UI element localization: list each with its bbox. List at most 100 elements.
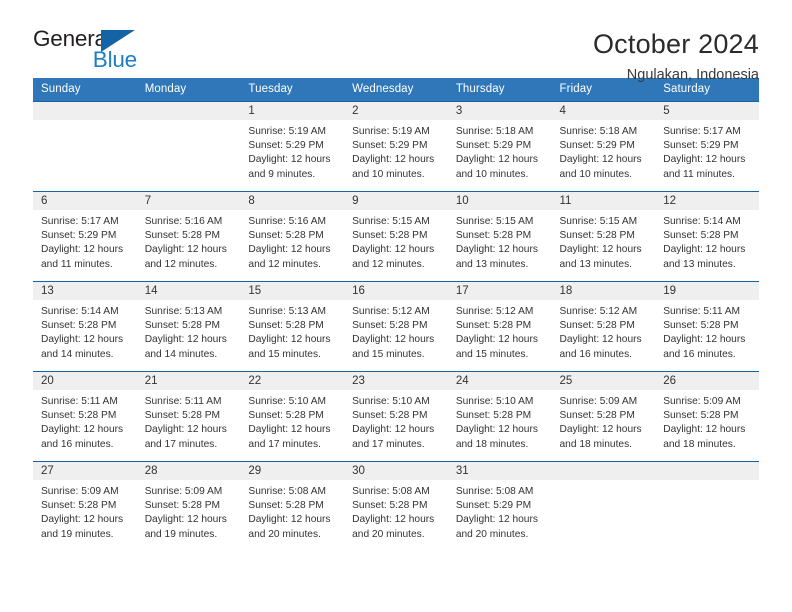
day-number: 12: [655, 192, 759, 210]
calendar-day-cell[interactable]: 3 Sunrise: 5:18 AM Sunset: 5:29 PM Daylight…: [447, 101, 552, 192]
day-details: Sunrise: 5:11 AM Sunset: 5:28 PM Daylight:…: [655, 300, 759, 362]
calendar-day-cell[interactable]: 20 Sunrise: 5:11 AM Sunset: 5:28 PM Dayligh…: [33, 371, 137, 462]
sunset-text: Sunset: 5:28 PM: [352, 230, 428, 242]
day-number: 5: [655, 102, 759, 120]
calendar-day-cell[interactable]: 18 Sunrise: 5:12 AM Sunset: 5:28 PM Dayligh…: [551, 281, 656, 372]
sunset-text: Sunset: 5:28 PM: [352, 500, 428, 512]
sunrise-text: Sunrise: 5:18 AM: [559, 126, 638, 137]
calendar-day-cell[interactable]: 1 Sunrise: 5:19 AM Sunset: 5:29 PM Daylight…: [240, 101, 345, 192]
calendar-day-cell[interactable]: 10 Sunrise: 5:15 AM Sunset: 5:28 PM Dayligh…: [447, 191, 552, 282]
sunrise-text: Sunrise: 5:19 AM: [248, 126, 326, 137]
day-details: Sunrise: 5:14 AM Sunset: 5:28 PM Daylight:…: [655, 210, 759, 272]
sunrise-text: Sunrise: 5:14 AM: [41, 306, 119, 317]
calendar-day-cell[interactable]: 21 Sunrise: 5:11 AM Sunset: 5:28 PM Dayligh…: [136, 371, 241, 462]
calendar-grid: Sunday Monday Tuesday Wednesday Thursday Frid…: [33, 78, 759, 552]
day-details: Sunrise: 5:15 AM Sunset: 5:28 PM Daylight:…: [448, 210, 552, 272]
daylight-text: Daylight: 12 hours and 20 minutes.: [455, 514, 538, 540]
calendar-week-row: 13 Sunrise: 5:14 AM Sunset: 5:28 PM Dayligh…: [33, 281, 759, 372]
day-number: 8: [240, 192, 345, 210]
sunrise-text: Sunrise: 5:09 AM: [41, 486, 119, 497]
sunrise-text: Sunrise: 5:16 AM: [144, 216, 223, 227]
sunset-text: Sunset: 5:28 PM: [248, 500, 324, 512]
calendar-day-cell[interactable]: 14 Sunrise: 5:13 AM Sunset: 5:28 PM Dayligh…: [136, 281, 241, 372]
calendar-week-row: 27 Sunrise: 5:09 AM Sunset: 5:28 PM Dayligh…: [33, 461, 759, 552]
day-number: 27: [33, 462, 137, 480]
calendar-day-cell[interactable]: 16 Sunrise: 5:12 AM Sunset: 5:28 PM Dayligh…: [344, 281, 448, 372]
day-details: Sunrise: 5:18 AM Sunset: 5:29 PM Daylight:…: [552, 120, 656, 182]
calendar-day-cell[interactable]: 9 Sunrise: 5:15 AM Sunset: 5:28 PM Daylight…: [344, 191, 448, 282]
sunrise-text: Sunrise: 5:15 AM: [455, 216, 534, 227]
calendar-day-cell[interactable]: 27 Sunrise: 5:09 AM Sunset: 5:28 PM Dayligh…: [33, 461, 137, 552]
calendar-day-cell[interactable]: 25 Sunrise: 5:09 AM Sunset: 5:28 PM Dayligh…: [551, 371, 656, 462]
sunset-text: Sunset: 5:28 PM: [455, 320, 532, 332]
calendar-day-cell[interactable]: 15 Sunrise: 5:13 AM Sunset: 5:28 PM Dayligh…: [240, 281, 345, 372]
day-details: Sunrise: 5:09 AM Sunset: 5:28 PM Daylight:…: [33, 480, 137, 542]
sunrise-text: Sunrise: 5:11 AM: [144, 396, 222, 407]
day-number: 6: [33, 192, 137, 210]
sunrise-text: Sunrise: 5:08 AM: [352, 486, 430, 497]
day-number: 26: [655, 372, 759, 390]
sunset-text: Sunset: 5:28 PM: [559, 410, 635, 422]
day-number: 19: [655, 282, 759, 300]
day-number: [551, 462, 656, 480]
daylight-text: Daylight: 12 hours and 11 minutes.: [41, 244, 124, 270]
calendar-day-cell[interactable]: 2 Sunrise: 5:19 AM Sunset: 5:29 PM Daylight…: [344, 101, 448, 192]
calendar-week-row: 20 Sunrise: 5:11 AM Sunset: 5:28 PM Dayligh…: [33, 371, 759, 462]
sunrise-text: Sunrise: 5:18 AM: [455, 126, 534, 137]
day-number: 9: [344, 192, 448, 210]
sunset-text: Sunset: 5:28 PM: [663, 410, 739, 422]
day-number: 18: [551, 282, 656, 300]
calendar-day-cell[interactable]: 13 Sunrise: 5:14 AM Sunset: 5:28 PM Dayligh…: [33, 281, 137, 372]
sunset-text: Sunset: 5:29 PM: [559, 140, 635, 152]
day-details: Sunrise: 5:09 AM Sunset: 5:28 PM Daylight:…: [137, 480, 241, 542]
calendar-day-cell[interactable]: 19 Sunrise: 5:11 AM Sunset: 5:28 PM Dayligh…: [655, 281, 759, 372]
weekday-header-sunday: Sunday: [33, 78, 137, 102]
calendar-day-cell[interactable]: 26 Sunrise: 5:09 AM Sunset: 5:28 PM Dayligh…: [655, 371, 759, 462]
calendar-day-cell[interactable]: 17 Sunrise: 5:12 AM Sunset: 5:28 PM Dayligh…: [447, 281, 552, 372]
sunset-text: Sunset: 5:29 PM: [41, 230, 117, 242]
daylight-text: Daylight: 12 hours and 11 minutes.: [663, 154, 746, 180]
day-number: 20: [33, 372, 137, 390]
sunrise-text: Sunrise: 5:13 AM: [144, 306, 223, 317]
calendar-day-cell[interactable]: 28 Sunrise: 5:09 AM Sunset: 5:28 PM Dayligh…: [136, 461, 241, 552]
sunrise-text: Sunrise: 5:11 AM: [663, 306, 741, 317]
day-number: 3: [447, 102, 552, 120]
daylight-text: Daylight: 12 hours and 18 minutes.: [663, 424, 746, 450]
calendar-day-cell[interactable]: 4 Sunrise: 5:18 AM Sunset: 5:29 PM Daylight…: [551, 101, 656, 192]
day-details: Sunrise: 5:13 AM Sunset: 5:28 PM Daylight:…: [240, 300, 344, 362]
day-number: [655, 462, 759, 480]
calendar-day-cell[interactable]: 5 Sunrise: 5:17 AM Sunset: 5:29 PM Daylight…: [655, 101, 759, 192]
sunrise-text: Sunrise: 5:10 AM: [352, 396, 430, 407]
sunrise-text: Sunrise: 5:11 AM: [41, 396, 118, 407]
sunset-text: Sunset: 5:29 PM: [663, 140, 739, 152]
sunset-text: Sunset: 5:28 PM: [144, 410, 221, 422]
calendar-day-cell[interactable]: 11 Sunrise: 5:15 AM Sunset: 5:28 PM Dayligh…: [551, 191, 656, 282]
calendar-day-cell[interactable]: 24 Sunrise: 5:10 AM Sunset: 5:28 PM Dayligh…: [447, 371, 552, 462]
weekday-header-wednesday: Wednesday: [344, 78, 448, 102]
sunset-text: Sunset: 5:28 PM: [248, 410, 324, 422]
day-number: 21: [136, 372, 241, 390]
day-details: Sunrise: 5:12 AM Sunset: 5:28 PM Daylight:…: [344, 300, 448, 362]
daylight-text: Daylight: 12 hours and 10 minutes.: [352, 154, 435, 180]
calendar-day-cell[interactable]: 6 Sunrise: 5:17 AM Sunset: 5:29 PM Daylight…: [33, 191, 137, 282]
sunset-text: Sunset: 5:29 PM: [352, 140, 428, 152]
calendar-day-cell[interactable]: 30 Sunrise: 5:08 AM Sunset: 5:28 PM Dayligh…: [344, 461, 448, 552]
sunrise-text: Sunrise: 5:09 AM: [663, 396, 741, 407]
calendar-day-cell[interactable]: 31 Sunrise: 5:08 AM Sunset: 5:29 PM Dayligh…: [447, 461, 552, 552]
calendar-day-cell[interactable]: 8 Sunrise: 5:16 AM Sunset: 5:28 PM Daylight…: [240, 191, 345, 282]
day-details: Sunrise: 5:10 AM Sunset: 5:28 PM Daylight:…: [344, 390, 448, 452]
calendar-day-cell[interactable]: 12 Sunrise: 5:14 AM Sunset: 5:28 PM Dayligh…: [655, 191, 759, 282]
calendar-day-cell[interactable]: 7 Sunrise: 5:16 AM Sunset: 5:28 PM Daylight…: [136, 191, 241, 282]
daylight-text: Daylight: 12 hours and 13 minutes.: [559, 244, 642, 270]
daylight-text: Daylight: 12 hours and 15 minutes.: [248, 334, 331, 360]
day-number: 11: [551, 192, 656, 210]
day-details: Sunrise: 5:16 AM Sunset: 5:28 PM Daylight:…: [240, 210, 344, 272]
sunrise-text: Sunrise: 5:08 AM: [248, 486, 326, 497]
logo-triangle-icon: [101, 30, 135, 52]
daylight-text: Daylight: 12 hours and 12 minutes.: [144, 244, 227, 270]
calendar-day-cell[interactable]: 23 Sunrise: 5:10 AM Sunset: 5:28 PM Dayligh…: [344, 371, 448, 462]
calendar-day-cell[interactable]: 22 Sunrise: 5:10 AM Sunset: 5:28 PM Dayligh…: [240, 371, 345, 462]
calendar-day-cell[interactable]: 29 Sunrise: 5:08 AM Sunset: 5:28 PM Dayligh…: [240, 461, 345, 552]
sunrise-text: Sunrise: 5:08 AM: [455, 486, 534, 497]
logo-text-blue: Blue: [92, 47, 137, 72]
